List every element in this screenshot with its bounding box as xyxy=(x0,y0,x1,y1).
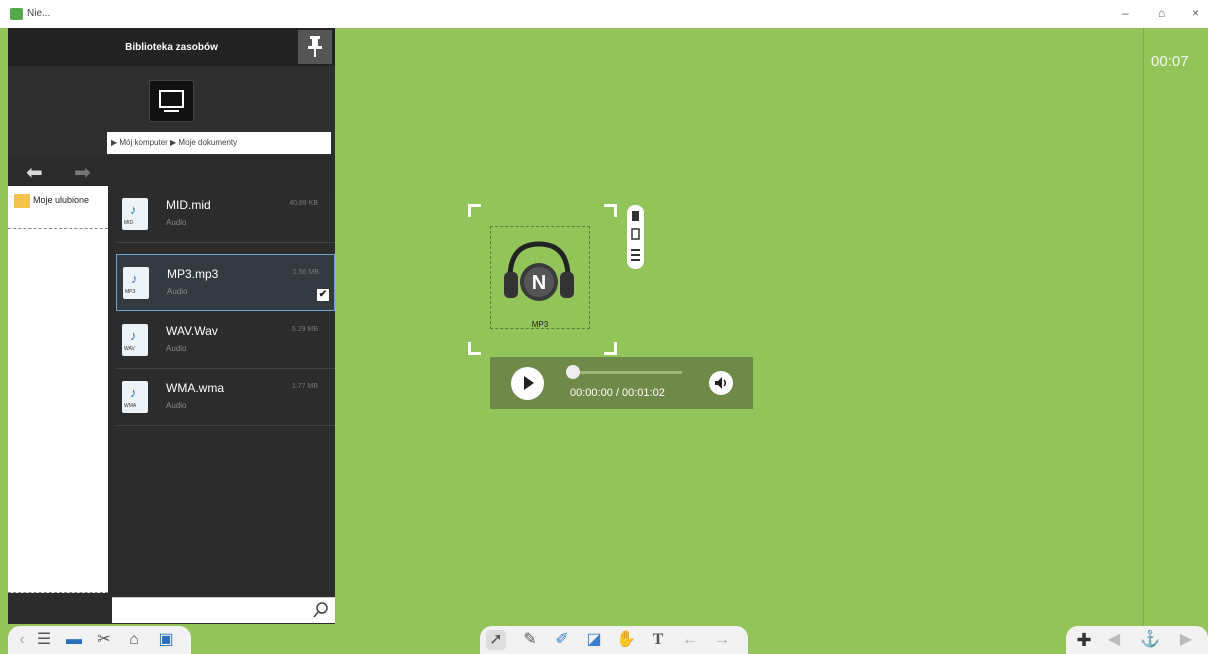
panel-title: Biblioteka zasobów xyxy=(125,42,218,53)
seek-bar[interactable] xyxy=(570,371,682,374)
file-name: WMA.wma xyxy=(166,381,224,395)
highlighter-icon[interactable]: ✐ xyxy=(552,630,572,650)
redo-icon[interactable]: → xyxy=(712,630,732,650)
file-list: ♪ MID MID.mid Audio 40.89 KB ♪ MP3 MP3.mp3… xyxy=(116,186,335,596)
seek-handle[interactable] xyxy=(566,365,580,379)
tools-icon[interactable]: ✂ xyxy=(94,630,114,650)
menu-icon[interactable]: ☰ xyxy=(34,630,54,650)
select-icon[interactable]: ➚ xyxy=(486,630,506,650)
play-icon xyxy=(524,376,534,390)
divider xyxy=(8,592,108,593)
drawing-toolbar: ➚ ✎ ✐ ◪ ✋ T ← → xyxy=(480,626,748,654)
file-name: MID.mid xyxy=(166,198,211,212)
object-menu[interactable] xyxy=(627,205,644,269)
playback-time: 00:00:00 / 00:01:02 xyxy=(570,387,665,399)
page-icon[interactable]: ⚓ xyxy=(1140,630,1160,650)
resize-handle[interactable] xyxy=(468,204,481,217)
tree-item-favorites[interactable]: Moje ulubione xyxy=(33,195,89,205)
pen-icon[interactable]: ✎ xyxy=(520,630,540,650)
capture-icon[interactable]: ⌂ xyxy=(124,630,144,650)
file-item-wav[interactable]: ♪ WAV WAV.Wav Audio 5.29 MB xyxy=(116,312,335,369)
collapse-left-icon[interactable]: ‹ xyxy=(12,630,32,650)
display-icon[interactable]: ▬ xyxy=(64,630,84,650)
divider xyxy=(8,228,108,229)
file-size: 1.77 MB xyxy=(291,383,318,390)
speaker-icon xyxy=(715,377,726,389)
breadcrumb[interactable]: ▶ Mój komputer ▶ Moje dokumenty xyxy=(107,132,331,154)
back-arrow-icon[interactable]: ⬅ xyxy=(26,160,43,185)
my-computer-button[interactable] xyxy=(149,80,194,122)
close-button[interactable]: × xyxy=(1192,6,1199,20)
file-type: Audio xyxy=(166,401,187,410)
audio-file-icon: ♪ WAV xyxy=(122,324,148,356)
file-type: Audio xyxy=(166,218,187,227)
search-icon[interactable] xyxy=(313,601,329,619)
panel-header: Biblioteka zasobów xyxy=(8,28,335,66)
audio-file-icon: ♪ MID xyxy=(122,198,148,230)
audio-file-icon: ♪ WMA xyxy=(122,381,148,413)
window-title: Nie... xyxy=(27,8,51,19)
resize-handle[interactable] xyxy=(604,342,617,355)
maximize-button[interactable]: ⌂ xyxy=(1158,6,1165,20)
prev-page-icon[interactable]: ◀ xyxy=(1104,630,1124,650)
volume-button[interactable] xyxy=(709,371,733,395)
timer: 00:07 xyxy=(1151,53,1189,70)
object-menu-icons xyxy=(631,211,640,261)
left-toolbar: ‹ ☰ ▬ ✂ ⌂ ▣ xyxy=(8,626,191,654)
eraser-icon[interactable]: ◪ xyxy=(584,630,604,650)
file-type: Audio xyxy=(166,344,187,353)
pin-button[interactable] xyxy=(298,30,332,64)
pin-icon xyxy=(308,36,322,57)
file-name: MP3.mp3 xyxy=(167,267,219,281)
monitor-icon xyxy=(159,90,184,112)
resize-handle[interactable] xyxy=(468,342,481,355)
minimize-button[interactable]: – xyxy=(1122,6,1129,20)
play-button[interactable] xyxy=(511,367,544,400)
file-item-mid[interactable]: ♪ MID MID.mid Audio 40.89 KB xyxy=(116,186,335,243)
media-label: MP3 xyxy=(531,320,549,329)
file-size: 40.89 KB xyxy=(289,200,318,207)
file-name: WAV.Wav xyxy=(166,324,218,338)
folder-tree: Moje ulubione xyxy=(8,186,108,593)
audio-player: 00:00:00 / 00:01:02 xyxy=(490,357,753,409)
headphones-icon: N xyxy=(504,241,574,301)
undo-icon[interactable]: ← xyxy=(680,630,700,650)
file-type: Audio xyxy=(167,287,188,296)
hand-icon[interactable]: ✋ xyxy=(616,630,636,650)
checkbox-checked-icon[interactable]: ✔ xyxy=(317,289,329,301)
search-input[interactable] xyxy=(112,597,335,623)
app-icon xyxy=(10,8,23,20)
image-icon[interactable]: ▣ xyxy=(156,630,176,650)
text-icon[interactable]: T xyxy=(648,630,668,650)
folder-icon xyxy=(14,194,30,208)
file-item-mp3[interactable]: ♪ MP3 MP3.mp3 Audio 1.56 MB ✔ xyxy=(116,254,335,311)
file-item-wma[interactable]: ♪ WMA WMA.wma Audio 1.77 MB xyxy=(116,369,335,426)
forward-arrow-icon[interactable]: ➡ xyxy=(74,160,91,185)
nav-row: ⬅ ➡ xyxy=(8,156,335,186)
media-letter: N xyxy=(532,272,546,294)
audio-file-icon: ♪ MP3 xyxy=(123,267,149,299)
file-size: 1.56 MB xyxy=(292,269,319,276)
add-page-icon[interactable]: ✚ xyxy=(1074,630,1094,650)
file-size: 5.29 MB xyxy=(291,326,318,333)
page-strip[interactable] xyxy=(1143,28,1208,626)
title-bar: Nie... – ⌂ × xyxy=(0,0,1208,28)
page-toolbar: ✚ ◀ ⚓ ▶ xyxy=(1066,626,1208,654)
resize-handle[interactable] xyxy=(604,204,617,217)
next-page-icon[interactable]: ▶ xyxy=(1176,630,1196,650)
